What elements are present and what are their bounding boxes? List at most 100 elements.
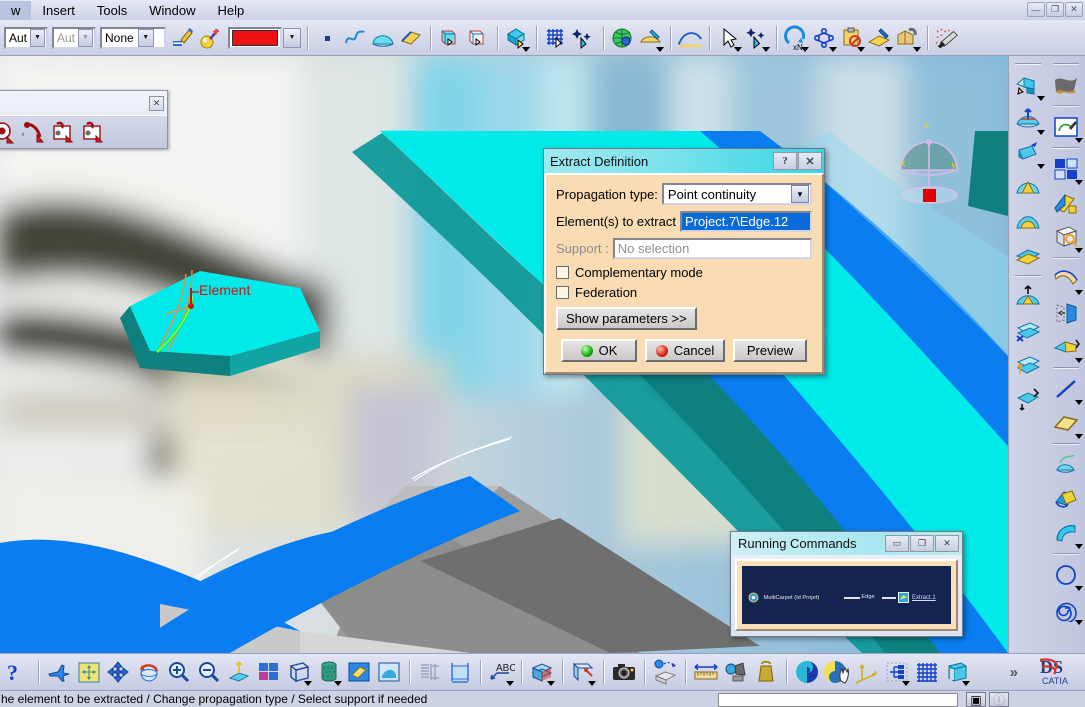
axis-system-icon[interactable] — [852, 656, 882, 688]
fit-all-in-icon[interactable] — [74, 656, 104, 688]
fill-surface-icon[interactable] — [397, 23, 425, 53]
chevron-down-icon[interactable] — [1075, 434, 1083, 439]
extract-icon[interactable] — [503, 23, 531, 53]
apply-material-icon[interactable] — [894, 23, 922, 53]
menu-item-help[interactable]: Help — [207, 1, 256, 20]
magic-wand-icon[interactable] — [196, 23, 224, 53]
zoom-in-icon[interactable] — [164, 656, 194, 688]
federation-row[interactable]: Federation — [556, 285, 812, 300]
status-input[interactable] — [718, 693, 958, 707]
surface-patch-icon[interactable] — [369, 23, 397, 53]
camera-icon[interactable] — [609, 656, 639, 688]
extrude-surface-icon[interactable] — [1011, 136, 1045, 170]
element-to-extract-field[interactable]: Project.7\Edge.12 — [679, 211, 812, 232]
sparkle-cursor-icon[interactable] — [743, 23, 771, 53]
cancel-button[interactable]: Cancel — [645, 339, 725, 362]
chevron-down-icon[interactable] — [1075, 620, 1083, 625]
measure-between-icon[interactable] — [691, 656, 721, 688]
linetype-combo[interactable]: None ▼ — [100, 26, 166, 49]
arrow-select-icon[interactable] — [715, 23, 743, 53]
chevron-down-icon[interactable] — [962, 681, 970, 686]
chevron-down-icon[interactable] — [857, 46, 865, 52]
propagation-type-select[interactable]: Point continuity ▼ — [661, 183, 812, 205]
normal-view-icon[interactable] — [224, 656, 254, 688]
sparkle-select-icon[interactable] — [570, 23, 598, 53]
box-zoom-icon[interactable] — [1049, 220, 1083, 254]
mirror-plane-icon[interactable] — [1049, 296, 1083, 330]
running-commands-close-button[interactable]: ✕ — [935, 535, 959, 552]
plane-icon[interactable] — [1049, 406, 1083, 440]
apply-scene-icon[interactable] — [650, 656, 680, 688]
shading-material-icon[interactable] — [314, 656, 344, 688]
running-commands-titlebar[interactable]: Running Commands ▭ ❐ ✕ — [731, 532, 962, 555]
chevron-down-icon[interactable]: ▼ — [137, 28, 154, 47]
running-commands-window[interactable]: Running Commands ▭ ❐ ✕ MultiCarpet (Id P… — [730, 531, 963, 637]
chevron-down-icon[interactable] — [1075, 290, 1083, 295]
palette-paste-as-result-icon[interactable] — [48, 117, 78, 147]
layer-combo[interactable]: Aut ▼ — [4, 26, 48, 49]
toolbar-overflow-button[interactable]: » — [1004, 664, 1022, 681]
chevron-down-icon[interactable]: ▼ — [29, 28, 45, 47]
offset-up-icon[interactable] — [1011, 280, 1045, 314]
spline-icon[interactable] — [341, 23, 369, 53]
restore-button[interactable]: ❐ — [1046, 2, 1064, 17]
dialog-close-button[interactable]: ✕ — [798, 152, 822, 170]
fly-mode-icon[interactable] — [44, 656, 74, 688]
menu-item-insert[interactable]: Insert — [31, 1, 86, 20]
chevron-down-icon[interactable] — [801, 46, 809, 52]
cylinder-surface-icon[interactable] — [1049, 516, 1083, 550]
join-icon[interactable] — [436, 23, 464, 53]
spiral-icon[interactable] — [1049, 592, 1083, 626]
extract-definition-dialog[interactable]: Extract Definition ? ✕ Propagation type:… — [543, 148, 825, 375]
weight-icon[interactable] — [751, 656, 781, 688]
revolve-icon[interactable] — [1049, 482, 1083, 516]
palette-paste-with-link-icon[interactable] — [78, 117, 108, 147]
chevron-down-icon[interactable] — [656, 46, 664, 52]
paste-special-icon[interactable] — [838, 23, 866, 53]
whats-this-help-icon[interactable]: ? — [3, 656, 33, 688]
line-icon[interactable] — [1049, 372, 1083, 406]
rotate-icon[interactable] — [134, 656, 164, 688]
palette-isolate-icon[interactable] — [0, 117, 18, 147]
palette-titlebar[interactable]: ette ✕ — [0, 91, 167, 115]
extract-label[interactable]: Extract.1 — [912, 595, 936, 601]
running-commands-graph[interactable]: MultiCarpet (Id Projet) Edge Extract.1 — [742, 566, 951, 624]
edge-node[interactable]: Edge — [861, 594, 875, 600]
chevron-down-icon[interactable] — [1037, 96, 1045, 101]
chevron-down-icon[interactable] — [913, 46, 921, 52]
chevron-down-icon[interactable]: ▼ — [283, 27, 301, 48]
wireframe-icon[interactable] — [284, 656, 314, 688]
menu-item-tools[interactable]: Tools — [86, 1, 138, 20]
complementary-mode-row[interactable]: Complementary mode — [556, 265, 812, 280]
surface-pen-icon[interactable] — [637, 23, 665, 53]
pattern-icon[interactable] — [810, 23, 838, 53]
chevron-down-icon[interactable] — [1075, 544, 1083, 549]
chevron-down-icon[interactable] — [762, 46, 770, 52]
floating-palette[interactable]: ette ✕ — [0, 90, 168, 149]
extract-multiple-icon[interactable] — [1011, 68, 1045, 102]
grid-toggle-icon[interactable] — [912, 656, 942, 688]
curve-sweep-icon[interactable] — [1049, 262, 1083, 296]
split-trim-icon[interactable] — [1011, 314, 1045, 348]
palette-close-button[interactable]: ✕ — [149, 95, 164, 111]
chevron-down-icon[interactable] — [1037, 164, 1045, 169]
extract-node[interactable]: Extract.1 — [898, 592, 936, 603]
fill-dome-icon[interactable] — [1011, 204, 1045, 238]
shading-edges-icon[interactable] — [344, 656, 374, 688]
circle-icon[interactable] — [1049, 558, 1083, 592]
dialog-titlebar[interactable]: Extract Definition ? ✕ — [544, 149, 824, 173]
trim-surface-icon[interactable] — [1011, 348, 1045, 382]
ok-button[interactable]: OK — [561, 339, 637, 362]
chevron-down-icon[interactable] — [1075, 248, 1083, 253]
chevron-down-icon[interactable] — [734, 46, 742, 52]
running-commands-minimize-button[interactable]: ▭ — [885, 535, 909, 552]
palette-cut-link-icon[interactable] — [18, 117, 48, 147]
color-picker[interactable] — [228, 26, 282, 49]
chevron-down-icon[interactable] — [902, 681, 910, 686]
chevron-down-icon[interactable]: ▼ — [791, 185, 809, 203]
show-parameters-button[interactable]: Show parameters >> — [556, 307, 697, 330]
minimize-button[interactable]: — — [1027, 2, 1045, 17]
dimension-icon[interactable] — [445, 656, 475, 688]
chevron-down-icon[interactable] — [1075, 180, 1083, 185]
chevron-down-icon[interactable] — [304, 681, 312, 686]
